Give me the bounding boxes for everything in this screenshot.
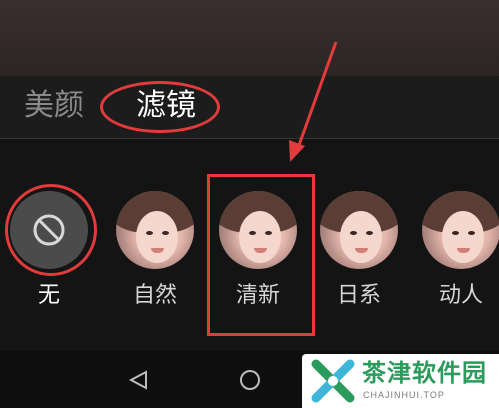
filter-label: 动人	[438, 283, 483, 308]
camera-preview	[0, 0, 499, 76]
beauty-filter-tabs: 美颜 滤镜	[0, 76, 499, 138]
filter-label: 日系	[336, 283, 381, 308]
filter-thumbnail	[422, 191, 499, 269]
watermark-logo-icon	[311, 359, 355, 403]
filter-item-charming[interactable]: 动人	[416, 191, 499, 311]
tab-beauty[interactable]: 美颜	[24, 86, 84, 126]
filter-thumbnail	[320, 191, 398, 269]
annotation-highlight-box	[207, 174, 315, 336]
home-icon[interactable]	[239, 369, 261, 391]
back-icon[interactable]	[128, 369, 150, 391]
filter-item-natural[interactable]: 自然	[110, 191, 200, 311]
filter-label: 自然	[132, 283, 177, 308]
filter-label: 无	[37, 283, 60, 308]
filter-item-none[interactable]: 无	[4, 184, 97, 311]
site-watermark: 茶津软件园 CHAJINHUI.TOP	[302, 354, 499, 408]
filter-item-japanese[interactable]: 日系	[314, 191, 404, 311]
watermark-name: 茶津软件园	[362, 359, 487, 387]
tab-filter[interactable]: 滤镜	[136, 86, 196, 126]
filter-thumbnail	[116, 191, 194, 269]
selected-ring	[5, 184, 97, 276]
watermark-domain: CHAJINHUI.TOP	[363, 390, 445, 400]
filter-list: 无 自然 清新 日系 动人	[0, 139, 499, 351]
